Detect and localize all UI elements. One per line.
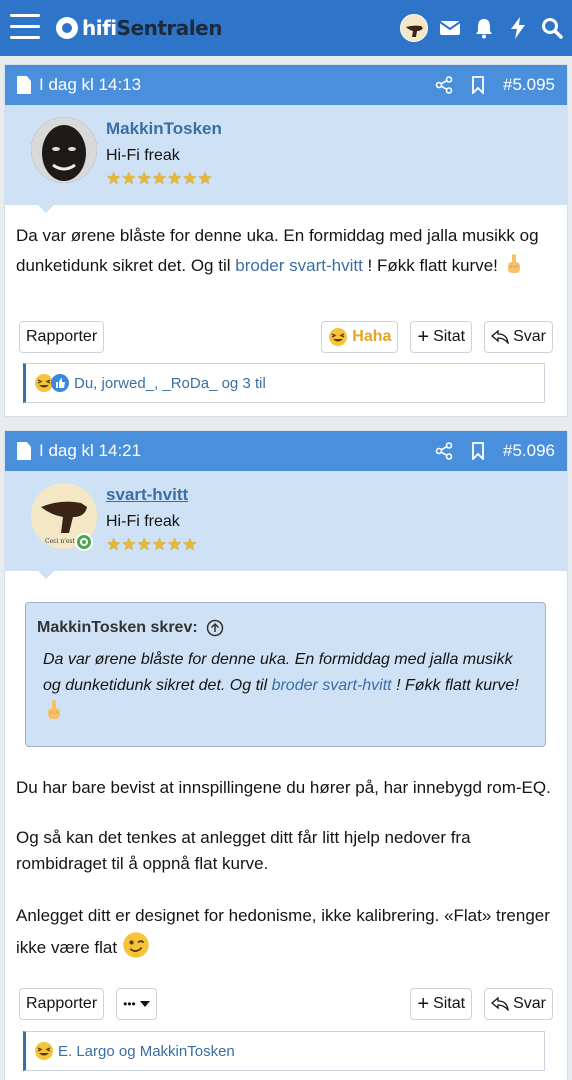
logo-hifi: hifi: [82, 16, 117, 40]
report-button[interactable]: Rapporter: [19, 988, 105, 1020]
post-header: I dag kl 14:21 #5.096: [5, 431, 567, 471]
rating-stars: ★★★★★★★: [106, 169, 213, 189]
reply-icon: [491, 330, 509, 344]
quote-body: Da var ørene blåste for denne uka. En fo…: [26, 643, 545, 738]
reply-button[interactable]: Svar: [484, 988, 553, 1020]
author-name[interactable]: svart-hvitt: [106, 485, 188, 505]
svg-text:Ceci n'est: Ceci n'est: [45, 538, 75, 545]
lightning-icon[interactable]: [506, 16, 530, 40]
document-icon: [17, 442, 31, 460]
haha-emoji-icon: [329, 328, 348, 346]
quote-header[interactable]: MakkinTosken skrev:: [26, 603, 545, 643]
more-label: •••: [123, 997, 136, 1011]
plus-icon: +: [417, 992, 430, 1015]
quote-label: Sitat: [433, 995, 466, 1012]
search-icon[interactable]: [540, 16, 564, 40]
haha-reaction-icon: [35, 1042, 53, 1060]
share-icon[interactable]: [435, 76, 453, 94]
quote-text-end: ! Føkk flatt kurve!: [396, 677, 519, 694]
report-button[interactable]: Rapporter: [19, 321, 105, 353]
post-date[interactable]: I dag kl 14:21: [39, 441, 417, 461]
reactions-bar[interactable]: E. Largo og MakkinTosken: [23, 1031, 545, 1071]
post-paragraph: Anlegget ditt er designet for hedonisme,…: [16, 901, 555, 963]
post: I dag kl 14:13 #5.095 MakkinTosken Hi-Fi…: [4, 64, 568, 417]
reactions-text[interactable]: Du, jorwed_, _RoDa_ og 3 til: [74, 375, 266, 392]
logo-sentralen: Sentralen: [116, 16, 223, 40]
post-body: Du har bare bevist at innspillingene du …: [5, 761, 567, 963]
wink-emoji-icon: [123, 932, 149, 958]
author-avatar[interactable]: [31, 117, 97, 183]
post-text-end: ! Føkk flatt kurve!: [367, 256, 498, 275]
haha-reaction-button[interactable]: Haha: [321, 321, 399, 353]
like-reaction-icon: [51, 374, 69, 392]
star-icons: ★★★★★★★: [106, 169, 213, 188]
quote-block: MakkinTosken skrev: Da var ørene blåste …: [25, 602, 546, 747]
quote-button[interactable]: + Sitat: [410, 321, 473, 353]
quote-mention-link[interactable]: broder svart-hvitt: [272, 677, 392, 694]
post-paragraph: Du har bare bevist at innspillingene du …: [16, 778, 551, 797]
post-number[interactable]: #5.096: [503, 441, 555, 461]
user-info: MakkinTosken Hi-Fi freak ★★★★★★★: [5, 105, 567, 213]
middle-finger-emoji-icon: [48, 700, 60, 719]
reply-label: Svar: [513, 995, 546, 1012]
bookmark-icon[interactable]: [471, 442, 485, 460]
plus-icon: +: [417, 325, 430, 348]
quote-label: Sitat: [433, 328, 466, 345]
reply-icon: [491, 997, 509, 1011]
chevron-down-icon: [139, 1001, 150, 1007]
reply-button[interactable]: Svar: [484, 321, 553, 353]
post-body: Da var ørene blåste for denne uka. En fo…: [5, 205, 567, 281]
post-date[interactable]: I dag kl 14:13: [39, 75, 417, 95]
quote-author: MakkinTosken skrev:: [37, 619, 198, 636]
user-avatar[interactable]: [400, 14, 428, 42]
post: I dag kl 14:21 #5.096 Ceci n'est svart-h…: [4, 430, 568, 1080]
share-icon[interactable]: [435, 442, 453, 460]
post-header: I dag kl 14:13 #5.095: [5, 65, 567, 105]
user-info: Ceci n'est svart-hvitt Hi-Fi freak ★★★★★…: [5, 471, 567, 579]
site-logo[interactable]: hifiSentralen: [56, 14, 222, 42]
more-options-button[interactable]: •••: [116, 988, 157, 1020]
reactions-text[interactable]: E. Largo og MakkinTosken: [58, 1043, 235, 1060]
post-paragraph: Og så kan det tenkes at anlegget ditt få…: [16, 828, 471, 873]
star-icons: ★★★★★★: [106, 535, 198, 554]
menu-icon[interactable]: [10, 14, 40, 40]
logo-mark-icon: [56, 17, 78, 39]
arrow-up-circle-icon[interactable]: [206, 619, 224, 637]
post-text: Anlegget ditt er designet for hedonisme,…: [16, 906, 550, 957]
mention-link[interactable]: broder svart-hvitt: [235, 256, 363, 275]
reply-label: Svar: [513, 328, 546, 345]
post-actions: Rapporter ••• + Sitat Svar: [19, 988, 553, 1020]
document-icon: [17, 76, 31, 94]
bookmark-icon[interactable]: [471, 76, 485, 94]
reactions-bar[interactable]: Du, jorwed_, _RoDa_ og 3 til: [23, 363, 545, 403]
post-actions: Rapporter Haha + Sitat Svar: [19, 321, 553, 353]
user-title: Hi-Fi freak: [106, 147, 180, 164]
online-status-icon: [75, 533, 93, 551]
rating-stars: ★★★★★★: [106, 535, 197, 555]
user-title: Hi-Fi freak: [106, 513, 180, 530]
author-name[interactable]: MakkinTosken: [106, 119, 222, 139]
nav-icons: [400, 12, 564, 44]
post-number[interactable]: #5.095: [503, 75, 555, 95]
quote-button[interactable]: + Sitat: [410, 988, 473, 1020]
middle-finger-emoji-icon: [507, 254, 520, 273]
top-navigation-bar: hifiSentralen: [0, 0, 572, 56]
bell-icon[interactable]: [472, 16, 496, 40]
mail-icon[interactable]: [438, 16, 462, 40]
haha-label: Haha: [352, 328, 392, 345]
